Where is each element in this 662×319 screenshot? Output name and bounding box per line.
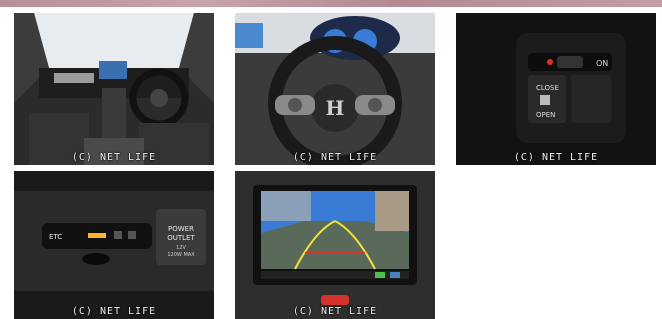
etc-outlet-image: ETC POWER OUTLET 12V 120W MAX <box>14 171 214 319</box>
photo-watermark: (C) NET LIFE <box>71 152 157 163</box>
door-switch-image: ON CLOSE OPEN <box>456 13 656 165</box>
photo-navigation-screen[interactable]: (C) NET LIFE <box>235 171 435 319</box>
photo-watermark: (C) NET LIFE <box>513 152 599 163</box>
steering-wheel-image: H <box>235 13 435 165</box>
interior-dashboard-image <box>14 13 214 165</box>
outlet-label-12v: 12V <box>176 245 186 251</box>
open-label: OPEN <box>536 111 555 119</box>
photo-watermark: (C) NET LIFE <box>292 306 378 317</box>
photo-watermark: (C) NET LIFE <box>71 306 157 317</box>
outlet-label-watt: 120W MAX <box>167 252 195 258</box>
honda-logo-text: H <box>326 96 345 120</box>
photo-etc-outlet[interactable]: ETC POWER OUTLET 12V 120W MAX (C) NET LI… <box>14 171 214 319</box>
etc-label: ETC <box>49 233 62 241</box>
outlet-label-power: POWER <box>168 225 194 233</box>
photo-door-switch[interactable]: ON CLOSE OPEN (C) NET LIFE <box>456 13 656 165</box>
top-decorative-band <box>0 0 662 7</box>
close-label: CLOSE <box>536 84 559 92</box>
photo-watermark: (C) NET LIFE <box>292 152 378 163</box>
navigation-screen-image <box>235 171 435 319</box>
on-label: ON <box>596 59 608 68</box>
photo-interior-dashboard[interactable]: (C) NET LIFE <box>14 13 214 165</box>
photo-steering-wheel[interactable]: H (C) NET LIFE <box>235 13 435 165</box>
outlet-label-outlet: OUTLET <box>167 234 195 242</box>
